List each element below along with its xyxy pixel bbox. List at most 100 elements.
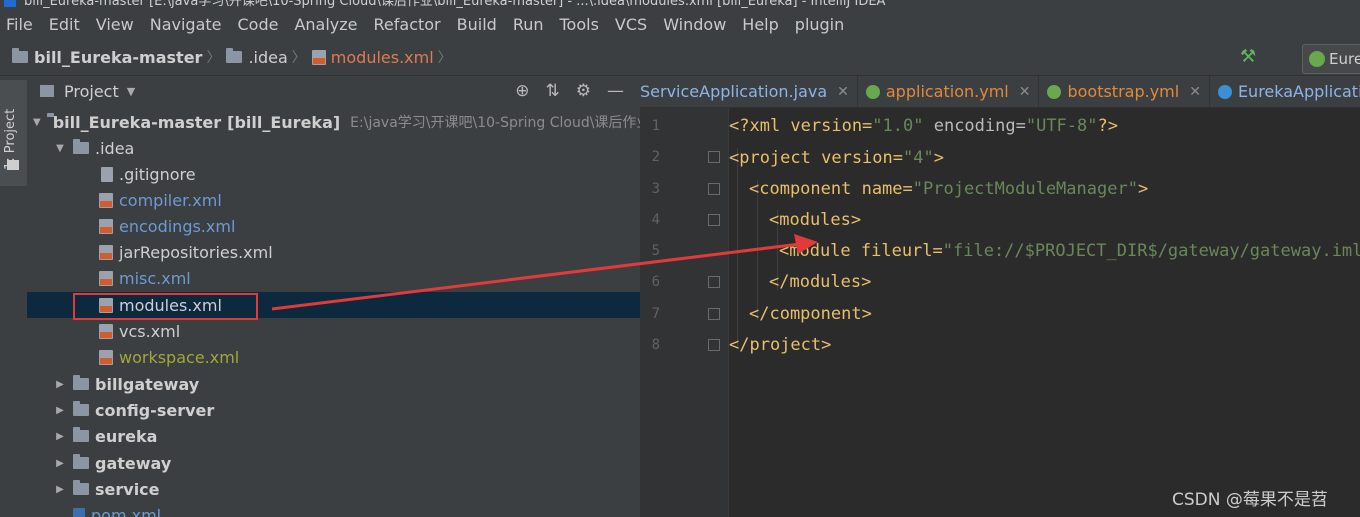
module-folder-icon <box>73 427 89 442</box>
line-number: 6 <box>651 274 660 290</box>
tree-item-jarrepositories-xml[interactable]: jarRepositories.xml <box>27 239 640 265</box>
chevron-right-icon: 〉 <box>206 50 221 66</box>
fold-marker-icon[interactable] <box>708 276 720 288</box>
tree-item-compiler-xml[interactable]: compiler.xml <box>27 187 640 213</box>
code-line-7: </component> <box>749 304 872 324</box>
project-header-actions: ⊕ ⇅ ⚙ — <box>515 76 640 106</box>
tab-bootstrap-yml[interactable]: bootstrap.yml ✕ <box>1039 76 1210 107</box>
chevron-down-icon[interactable]: ▼ <box>127 85 135 98</box>
gear-icon[interactable]: ⚙ <box>576 81 591 101</box>
intellij-app-icon <box>4 0 16 7</box>
line-number: 5 <box>651 243 660 259</box>
tree-item-config-server[interactable]: ▶ config-server <box>27 397 640 423</box>
folder-icon <box>73 139 89 154</box>
close-icon[interactable]: ✕ <box>1019 84 1031 100</box>
collapsed-arrow-icon[interactable]: ▶ <box>53 431 67 442</box>
editor-gutter: 1 2 3 4 5 6 7 8 <box>640 108 729 517</box>
xml-file-icon <box>99 244 113 260</box>
code-line-4: <modules> <box>769 210 862 230</box>
menu-vcs[interactable]: VCS <box>615 15 647 34</box>
project-tool-tab[interactable]: 1: Project <box>0 80 27 186</box>
project-view-title[interactable]: Project <box>64 82 119 101</box>
window-title: bill_Eureka-master [E:\java学习\开课吧\10-Spr… <box>24 0 886 9</box>
menu-code[interactable]: Code <box>238 15 279 34</box>
fold-marker-icon[interactable] <box>708 308 720 320</box>
run-configuration-selector[interactable]: Eure <box>1302 44 1360 74</box>
watermark: CSDN @莓果不是苕 <box>1172 490 1328 510</box>
folder-icon <box>226 48 243 63</box>
tab-serviceapplication-java[interactable]: ServiceApplication.java ✕ <box>640 76 858 107</box>
menu-file[interactable]: File <box>6 15 33 34</box>
spring-boot-icon <box>1309 51 1325 67</box>
menu-build[interactable]: Build <box>457 15 497 34</box>
expanded-arrow-icon[interactable]: ▼ <box>53 143 67 154</box>
spring-leaf-icon <box>865 84 880 99</box>
menu-plugin[interactable]: plugin <box>795 15 844 34</box>
folder-icon <box>7 160 19 170</box>
tree-item-idea[interactable]: ▼ .idea <box>27 135 640 161</box>
menu-help[interactable]: Help <box>742 15 778 34</box>
tree-item-service[interactable]: ▶ service <box>27 476 640 502</box>
menu-analyze[interactable]: Analyze <box>294 15 357 34</box>
menu-view[interactable]: View <box>96 15 134 34</box>
tab-eurekaapplication-java[interactable]: EurekaApplication.java <box>1210 76 1360 107</box>
breadcrumb-idea[interactable]: .idea 〉 <box>226 47 311 67</box>
folder-icon <box>12 48 28 63</box>
indent-guide <box>757 180 758 320</box>
tree-item-workspace-xml[interactable]: workspace.xml <box>27 344 640 370</box>
breadcrumb-project[interactable]: bill_Eureka-master 〉 <box>12 47 226 67</box>
menu-edit[interactable]: Edit <box>49 15 80 34</box>
tree-item-encodings-xml[interactable]: encodings.xml <box>27 213 640 239</box>
collapsed-arrow-icon[interactable]: ▶ <box>53 379 67 390</box>
menu-navigate[interactable]: Navigate <box>150 15 222 34</box>
menu-run[interactable]: Run <box>513 15 544 34</box>
code-line-8: </project> <box>729 335 832 355</box>
maven-file-icon <box>73 507 85 517</box>
collapsed-arrow-icon[interactable]: ▶ <box>53 405 67 416</box>
editor-tabs: ServiceApplication.java ✕ application.ym… <box>640 76 1360 108</box>
tree-item-billgateway[interactable]: ▶ billgateway <box>27 371 640 397</box>
module-folder-icon <box>73 401 89 416</box>
chevron-right-icon: 〉 <box>437 50 452 66</box>
line-number: 2 <box>651 149 660 165</box>
close-icon[interactable]: ✕ <box>837 84 849 100</box>
menu-refactor[interactable]: Refactor <box>374 15 441 34</box>
menu-tools[interactable]: Tools <box>560 15 599 34</box>
fold-marker-icon[interactable] <box>708 183 720 195</box>
tree-item-eureka[interactable]: ▶ eureka <box>27 423 640 449</box>
module-folder-icon <box>73 480 89 495</box>
xml-file-icon <box>311 49 326 65</box>
text-file-icon <box>101 166 113 182</box>
project-panel-header: Project ▼ ⊕ ⇅ ⚙ — <box>27 76 640 106</box>
tab-application-yml[interactable]: application.yml ✕ <box>858 76 1040 107</box>
tree-item-vcs-xml[interactable]: vcs.xml <box>27 318 640 344</box>
xml-file-icon <box>99 270 113 286</box>
collapsed-arrow-icon[interactable]: ▶ <box>53 458 67 469</box>
breadcrumb-modules-xml[interactable]: modules.xml 〉 <box>311 47 458 67</box>
left-tool-strip: 1: Project <box>0 76 28 517</box>
navigation-bar: bill_Eureka-master 〉 .idea 〉 modules.xml… <box>0 39 1360 76</box>
module-folder-icon <box>73 454 89 469</box>
locate-target-icon[interactable]: ⊕ <box>515 81 529 101</box>
fold-marker-icon[interactable] <box>708 339 720 351</box>
fold-marker-icon[interactable] <box>708 214 720 226</box>
code-editor[interactable]: <?xml version="1.0" encoding="UTF-8"?> <… <box>729 108 1360 517</box>
close-icon[interactable]: ✕ <box>1189 84 1201 100</box>
chevron-right-icon: 〉 <box>291 50 306 66</box>
fold-marker-icon[interactable] <box>708 151 720 163</box>
minimize-icon[interactable]: — <box>607 81 624 101</box>
project-view-icon <box>40 85 54 97</box>
tree-item-gitignore[interactable]: .gitignore <box>27 161 640 187</box>
java-class-icon <box>1217 84 1232 99</box>
spring-leaf-icon <box>1047 84 1062 99</box>
collapsed-arrow-icon[interactable]: ▶ <box>53 484 67 495</box>
window-titlebar: bill_Eureka-master [E:\java学习\开课吧\10-Spr… <box>0 0 1360 9</box>
collapse-all-icon[interactable]: ⇅ <box>546 81 560 101</box>
expanded-arrow-icon[interactable]: ▼ <box>33 117 41 128</box>
tree-item-pom-xml[interactable]: pom.xml <box>27 502 640 517</box>
build-hammer-icon[interactable]: ⚒ <box>1240 46 1256 67</box>
tree-item-misc-xml[interactable]: misc.xml <box>27 265 640 291</box>
tree-item-root[interactable]: ▼ bill_Eureka-master [bill_Eureka] E:\ja… <box>27 109 640 135</box>
menu-window[interactable]: Window <box>663 15 726 34</box>
tree-item-gateway[interactable]: ▶ gateway <box>27 450 640 476</box>
